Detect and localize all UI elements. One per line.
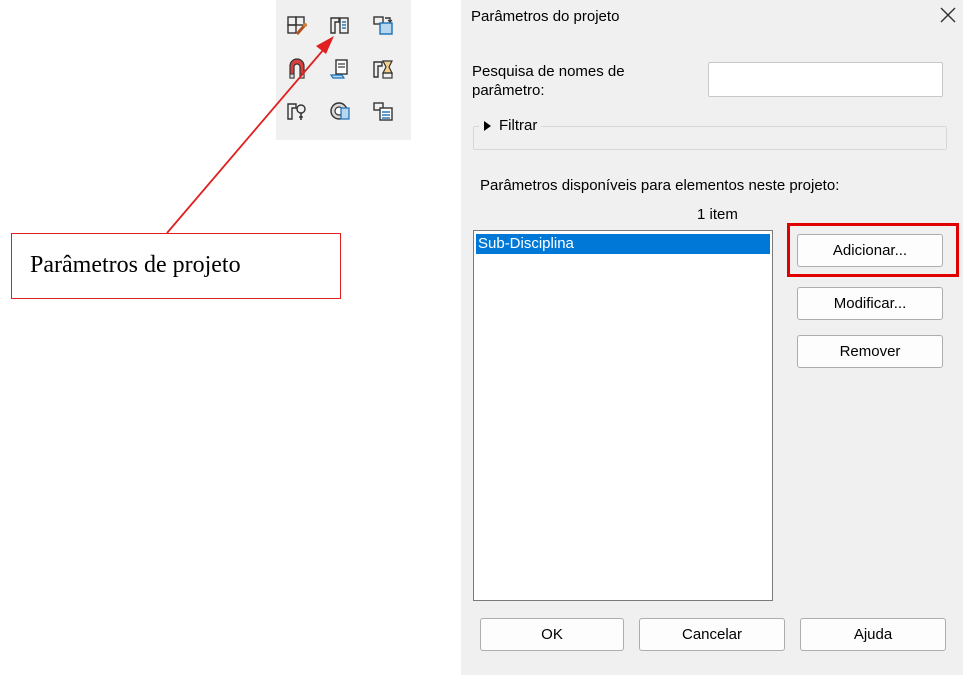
search-label: Pesquisa de nomes de parâmetro: <box>472 63 625 99</box>
dialog-title: Parâmetros do projeto <box>471 8 620 25</box>
project-parameters-dialog: Parâmetros do projeto Pesquisa de nomes … <box>461 0 963 675</box>
ok-button[interactable]: OK <box>480 618 624 651</box>
item-count-label: 1 item <box>697 206 738 223</box>
remove-button[interactable]: Remover <box>797 335 943 368</box>
transfer-standards-icon[interactable] <box>372 14 394 36</box>
list-item[interactable]: Sub-Disciplina <box>476 234 770 254</box>
add-button[interactable]: Adicionar... <box>797 234 943 267</box>
family-types-icon[interactable] <box>286 14 308 36</box>
render-settings-icon[interactable] <box>329 100 351 122</box>
global-parameters-icon[interactable] <box>286 100 308 122</box>
parameters-listbox[interactable]: Sub-Disciplina <box>473 230 773 601</box>
structural-settings-icon[interactable] <box>372 100 394 122</box>
expand-arrow-icon <box>484 120 491 131</box>
available-parameters-label: Parâmetros disponíveis para elementos ne… <box>480 177 840 194</box>
purge-unused-icon[interactable] <box>286 58 308 80</box>
search-input[interactable] <box>708 62 943 97</box>
filter-toggle[interactable]: Filtrar <box>479 117 542 134</box>
project-units-icon[interactable] <box>329 58 351 80</box>
callout-label: Parâmetros de projeto <box>30 252 241 278</box>
cancel-button[interactable]: Cancelar <box>639 618 785 651</box>
help-button[interactable]: Ajuda <box>800 618 946 651</box>
filter-label: Filtrar <box>499 117 538 134</box>
shared-parameters-icon[interactable] <box>372 58 394 80</box>
ribbon-panel <box>276 0 678 140</box>
callout-box: Parâmetros de projeto <box>11 233 341 299</box>
close-icon[interactable] <box>937 4 959 26</box>
project-parameters-icon[interactable] <box>329 14 351 36</box>
modify-button[interactable]: Modificar... <box>797 287 943 320</box>
filter-group <box>473 126 947 150</box>
